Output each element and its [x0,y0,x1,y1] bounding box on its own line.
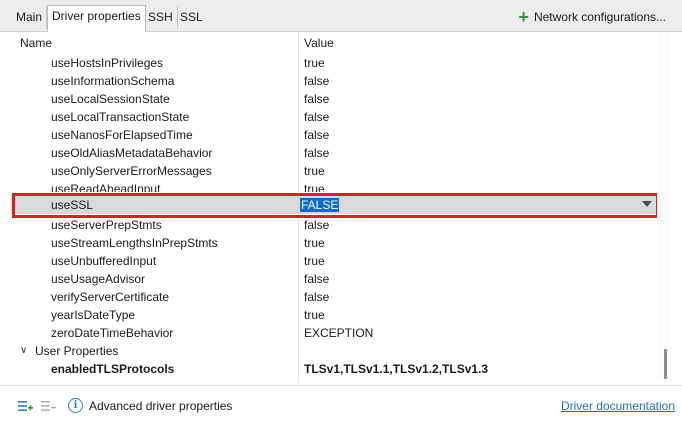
tab-driver-properties[interactable]: Driver properties [47,5,146,32]
property-value[interactable]: false [304,144,329,162]
property-name: yearIsDateType [51,308,136,322]
table-row[interactable]: useOnlyServerErrorMessages true [11,162,656,180]
table-row[interactable]: useUsageAdvisor false [11,270,656,288]
dropdown-arrow-icon[interactable] [642,201,652,207]
property-name: useUsageAdvisor [51,272,146,286]
category-user-properties[interactable]: ∨ User Properties [11,342,656,360]
table-row[interactable]: useLocalTransactionState false [11,108,656,126]
table-row[interactable]: zeroDateTimeBehavior EXCEPTION [11,324,656,342]
value-dropdown[interactable]: FALSE [300,196,340,214]
vertical-scrollbar[interactable] [657,32,669,382]
property-name: useSSL [51,198,94,212]
property-value[interactable]: true [304,252,325,270]
property-name: useHostsInPrivileges [51,56,164,70]
property-value[interactable]: TLSv1,TLSv1.1,TLSv1.2,TLSv1.3 [304,360,488,378]
table-row-selected[interactable]: useSSL FALSE [11,196,656,214]
network-configurations-label: Network configurations... [533,10,666,24]
property-value[interactable]: EXCEPTION [304,324,373,342]
column-header-value[interactable]: Value [304,32,334,54]
property-value[interactable]: true [304,162,325,180]
property-name: useServerPrepStmts [51,218,162,232]
property-name: useLocalTransactionState [51,110,190,124]
property-value[interactable]: true [304,180,325,192]
property-value[interactable]: false [304,126,329,144]
property-name: useOldAliasMetadataBehavior [51,146,213,160]
advanced-driver-properties-label: Advanced driver properties [89,399,233,413]
tab-ssl[interactable]: SSL [175,6,208,29]
info-icon: i [68,398,83,413]
property-value[interactable]: true [304,54,325,72]
remove-property-icon[interactable] [40,398,56,414]
table-row[interactable]: useLocalSessionState false [11,90,656,108]
table-row[interactable]: useOldAliasMetadataBehavior false [11,144,656,162]
table-row[interactable]: useInformationSchema false [11,72,656,90]
driver-documentation-link[interactable]: Driver documentation [561,398,675,414]
footer-bar: i Advanced driver properties Driver docu… [0,385,682,430]
tab-bar: Main Driver properties SSH SSL + Network… [0,0,682,32]
property-value[interactable]: false [304,72,329,90]
property-name: useUnbufferedInput [51,254,157,268]
table-row[interactable]: yearIsDateType true [11,306,656,324]
tab-ssh[interactable]: SSH [143,6,178,29]
property-name: useReadAheadInput [51,182,161,192]
table-row[interactable]: useServerPrepStmts false [11,216,656,234]
property-value[interactable]: false [304,108,329,126]
plus-icon: + [518,7,529,27]
table-row[interactable]: useUnbufferedInput true [11,252,656,270]
property-name: zeroDateTimeBehavior [51,326,174,340]
category-label: User Properties [35,344,119,358]
property-name: useStreamLengthsInPrepStmts [51,236,218,250]
table-row[interactable]: verifyServerCertificate false [11,288,656,306]
property-value[interactable]: true [304,234,325,252]
property-value[interactable]: false [304,216,329,234]
property-name: verifyServerCertificate [51,290,170,304]
property-value[interactable]: false [304,270,329,288]
scrollbar-thumb[interactable] [664,349,667,379]
property-value[interactable]: false [304,90,329,108]
table-row[interactable]: useNanosForElapsedTime false [11,126,656,144]
table-header: Name Value [11,32,656,54]
property-value[interactable]: false [304,288,329,306]
property-name: useInformationSchema [51,74,175,88]
selected-value-text[interactable]: FALSE [300,198,340,212]
table-row[interactable]: useStreamLengthsInPrepStmts true [11,234,656,252]
chevron-down-icon[interactable]: ∨ [20,342,27,360]
property-name: useLocalSessionState [51,92,170,106]
property-name: useOnlyServerErrorMessages [51,164,212,178]
add-property-icon[interactable] [17,398,33,414]
network-configurations-button[interactable]: + Network configurations... [518,8,666,26]
tab-main[interactable]: Main [11,6,48,29]
property-value[interactable]: true [304,306,325,324]
property-name: useNanosForElapsedTime [51,128,193,142]
driver-properties-table[interactable]: Name Value useHostsInPrivileges true use… [11,32,656,382]
property-name: enabledTLSProtocols [51,362,175,376]
table-row[interactable]: useHostsInPrivileges true [11,54,656,72]
table-row[interactable]: enabledTLSProtocols TLSv1,TLSv1.1,TLSv1.… [11,360,656,378]
table-row[interactable]: useReadAheadInput true [11,180,656,192]
column-header-name[interactable]: Name [20,32,52,54]
